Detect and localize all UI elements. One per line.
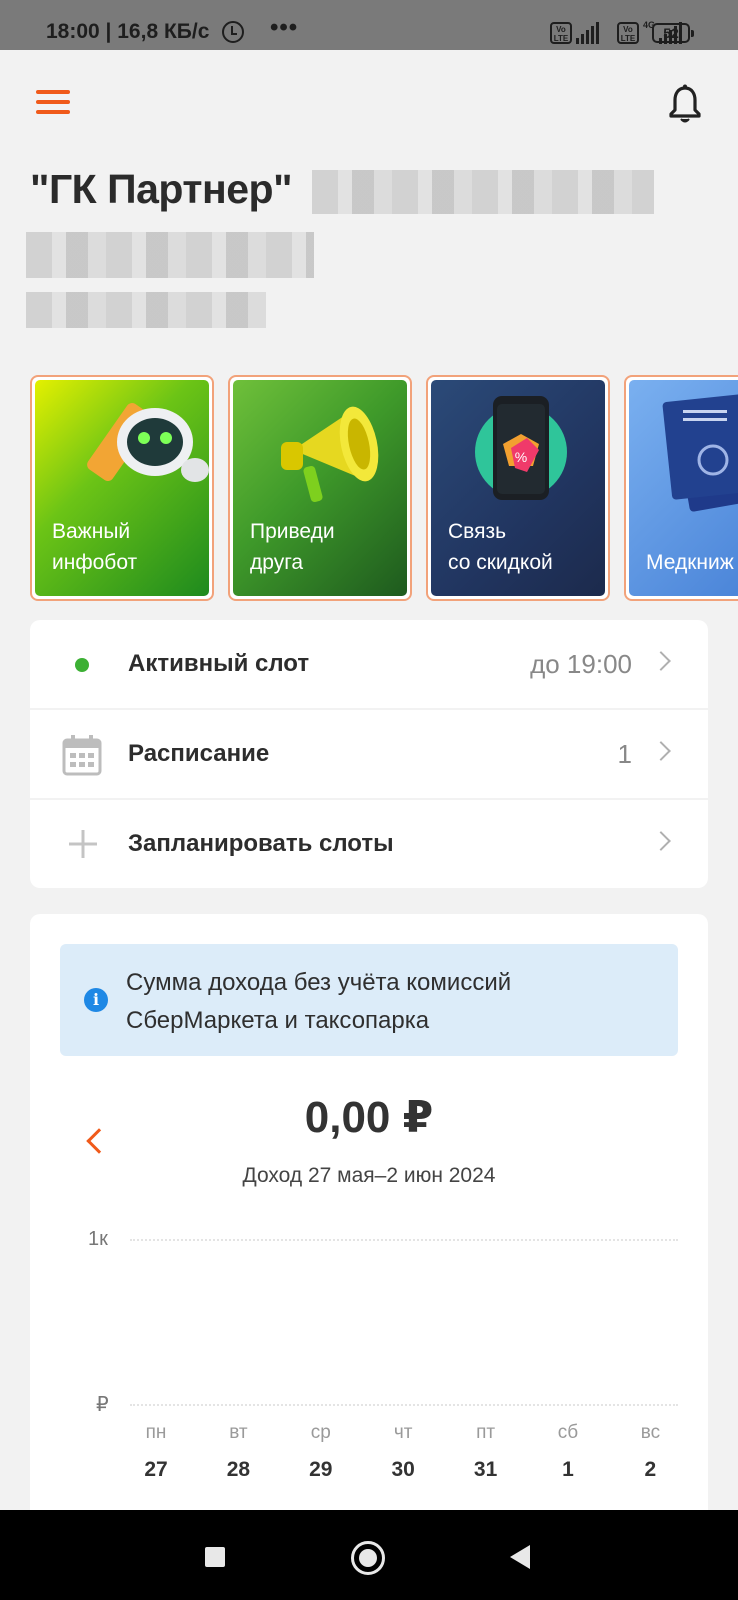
row-title: Активный слот [128,650,310,677]
megaphone-icon [281,406,379,503]
svg-text:%: % [515,449,527,465]
weekday-name: чт [393,1422,413,1443]
bell-icon[interactable] [668,84,702,124]
status-time: 18:00 | 16,8 КБ/с [46,20,210,43]
calendar-icon [62,735,102,776]
plus-icon [69,830,97,858]
plan-slots-row[interactable]: Запланировать слоты [30,800,708,888]
day-date: 28 [226,1458,251,1481]
day-date: 29 [309,1458,333,1481]
weekday-name: пн [145,1422,167,1443]
active-status-dot [75,658,89,672]
more-notifications-icon: ••• [270,14,299,41]
schedule-row[interactable]: Расписание 1 [30,710,708,798]
promo-card-medical-book[interactable]: Медкниж [624,375,738,601]
income-period: Доход 27 мая–2 июн 2024 [242,1164,496,1187]
home-button[interactable] [351,1541,385,1575]
signal-icon [575,22,599,44]
chevron-right-icon [651,831,671,851]
weekday-name: вс [640,1422,661,1443]
row-title: Запланировать слоты [128,830,394,857]
medical-book-icon [662,394,738,512]
chart-day-label: сб 1 [538,1422,598,1482]
weekday-name: пт [476,1422,496,1443]
promo-label: Связь со скидкой [448,520,553,574]
promo-label: Медкниж [646,551,734,574]
chart-day-label: пт 31 [456,1422,516,1482]
day-date: 2 [644,1458,657,1481]
chart-day-label: чт 30 [373,1422,433,1482]
chart-day-label: ср 29 [291,1422,351,1482]
robot-icon [87,402,209,482]
company-name: "ГК Партнер" [30,166,293,212]
promo-card-infobot[interactable]: Важный инфобот [30,375,214,601]
redacted-company-detail [312,170,654,214]
schedule-count: 1 [617,739,632,769]
weekday-name: ср [310,1422,331,1443]
promo-label: Важный инфобот [52,520,138,574]
income-notice: i Сумма дохода без учёта комиссий СберМа… [60,944,678,1056]
promo-label: Приведи друга [250,520,335,574]
y-tick-label-bottom: ₽ [96,1394,109,1416]
row-title: Расписание [128,740,270,767]
back-button[interactable] [510,1545,530,1569]
redacted-phone [26,292,266,328]
alarm-icon [222,21,244,43]
active-slot-row[interactable]: Активный слот до 19:00 [30,620,708,708]
gridline-bottom [130,1404,678,1406]
active-slot-time: до 19:00 [530,649,632,679]
weekday-name: вт [229,1422,248,1443]
phone-discount-icon: % [475,396,567,500]
promo-card-discount-connection[interactable]: % Связь со скидкой [426,375,610,601]
recents-button[interactable] [205,1547,225,1567]
chart-day-label: пн 27 [126,1422,186,1482]
day-date: 1 [562,1458,574,1481]
promo-card-refer-friend[interactable]: Приведи друга [228,375,412,601]
income-card: i Сумма дохода без учёта комиссий СберМа… [30,914,708,1514]
weekday-name: сб [557,1422,579,1443]
day-date: 31 [473,1458,498,1481]
info-icon: i [84,988,108,1012]
day-date: 30 [391,1458,415,1481]
chart-day-label: вт 28 [208,1422,268,1482]
gridline-top [130,1239,678,1241]
y-tick-label-top: 1к [88,1228,108,1250]
battery-icon: 52 [652,23,694,43]
income-amount: 0,00 ₽ [304,1093,434,1142]
hamburger-icon[interactable] [36,90,70,114]
notice-text: Сумма дохода без учёта комиссий СберМарк… [126,969,512,1034]
day-date: 27 [144,1458,168,1481]
chevron-right-icon [651,651,671,671]
volte-icon: Vo LTE [616,22,639,44]
volte-icon: Vo LTE [549,22,572,44]
chevron-right-icon [651,741,671,761]
redacted-inn [26,232,314,278]
status-bar: 18:00 | 16,8 КБ/с ••• Vo LTE Vo LTE 4G 5… [0,0,738,50]
system-nav-bar [0,1510,738,1600]
chart-day-label: вс 2 [620,1422,680,1482]
